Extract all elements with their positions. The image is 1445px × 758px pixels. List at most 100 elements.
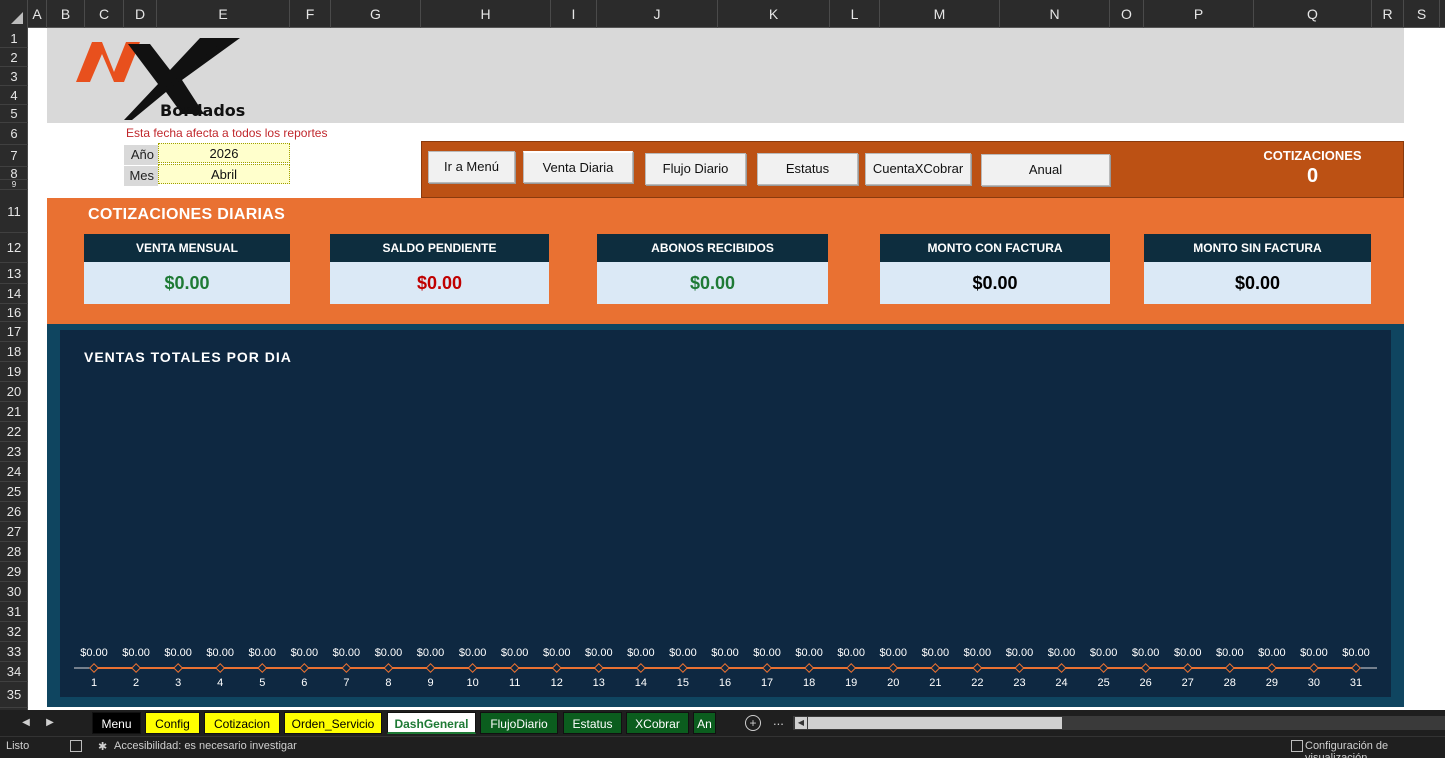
data-point[interactable] [1308,663,1319,673]
data-point[interactable] [1266,663,1277,673]
data-point[interactable] [89,663,99,673]
data-point[interactable] [383,663,394,673]
column-header-cell[interactable]: E [157,0,290,28]
column-header-cell[interactable]: G [331,0,421,28]
data-point[interactable] [972,663,983,673]
macro-record-icon[interactable] [70,740,82,752]
column-header-cell[interactable]: R [1372,0,1404,28]
data-point[interactable] [1224,663,1235,673]
row-header-cell[interactable]: 31 [0,602,28,622]
column-header-cell[interactable]: J [597,0,718,28]
sheet-tab[interactable]: Config [145,712,200,734]
row-header-cell[interactable]: 34 [0,662,28,682]
data-point[interactable] [173,663,184,673]
column-header-cell[interactable]: H [421,0,551,28]
data-point[interactable] [1098,663,1109,673]
sheet-tab[interactable]: Menu [92,712,141,734]
data-point[interactable] [677,663,688,673]
row-header-cell[interactable]: 20 [0,382,28,402]
data-point[interactable] [1182,663,1193,673]
row-header-cell[interactable]: 35 [0,682,28,708]
column-header-cell[interactable]: D [124,0,157,28]
tab-scroll-left-icon[interactable]: ◀ [16,714,36,732]
column-header-cell[interactable]: I [551,0,597,28]
row-header-cell[interactable]: 18 [0,342,28,362]
ir-a-menu-button[interactable]: Ir a Menú [428,151,515,183]
column-header-cell[interactable]: P [1144,0,1254,28]
row-header-cell[interactable]: 2 [0,48,28,67]
data-point[interactable] [804,663,815,673]
venta-diaria-button[interactable]: Venta Diaria [523,151,633,183]
scrollbar-thumb[interactable] [808,717,1062,729]
column-header-cell[interactable]: N [1000,0,1110,28]
data-point[interactable] [1140,663,1151,673]
row-header-cell[interactable]: 1 [0,30,28,48]
row-header-cell[interactable]: 9 [0,180,28,190]
data-point[interactable] [551,663,562,673]
column-header-cell[interactable]: C [85,0,124,28]
column-header-cell[interactable]: M [880,0,1000,28]
scroll-left-arrow-icon[interactable]: ◀ [795,717,807,729]
row-header-cell[interactable]: 26 [0,502,28,522]
row-header-cell[interactable]: 33 [0,642,28,662]
accessibility-status[interactable]: Accesibilidad: es necesario investigar [114,740,297,752]
estatus-button[interactable]: Estatus [757,153,858,185]
data-point[interactable] [846,663,857,673]
data-point[interactable] [762,663,773,673]
row-header-cell[interactable]: 7 [0,145,28,167]
row-header-cell[interactable]: 12 [0,233,28,263]
row-header-cell[interactable]: 13 [0,263,28,284]
data-point[interactable] [509,663,520,673]
row-header-cell[interactable]: 19 [0,362,28,382]
sheet-tab[interactable]: FlujoDiario [480,712,558,734]
column-header-cell[interactable]: L [830,0,880,28]
data-point[interactable] [930,663,941,673]
sheet-tab[interactable]: Cotizacion [204,712,280,734]
row-header-cell[interactable]: 29 [0,562,28,582]
daily-sales-chart[interactable]: $0.00 1 $0.00 2 $0.00 3 $0.00 4 $0.00 5 $0.00 6 $0.0… [60,330,1391,697]
column-header-cell[interactable]: A [28,0,47,28]
row-header-cell[interactable]: 17 [0,322,28,342]
row-header-cell[interactable]: 28 [0,542,28,562]
row-header-cell[interactable]: 32 [0,622,28,642]
data-point[interactable] [299,663,310,673]
anual-button[interactable]: Anual [981,154,1110,186]
sheet-tab[interactable]: Estatus [563,712,622,734]
flujo-diario-button[interactable]: Flujo Diario [645,153,746,185]
row-header-cell[interactable]: 14 [0,284,28,304]
year-cell[interactable]: 2026 [158,143,290,163]
row-header-cell[interactable]: 25 [0,482,28,502]
data-point[interactable] [341,663,352,673]
sheet-tab[interactable]: DashGeneral [387,712,476,734]
display-settings-icon[interactable] [1291,740,1303,752]
data-point[interactable] [257,663,268,673]
month-cell[interactable]: Abril [158,164,290,184]
row-header-cell[interactable]: 8 [0,167,28,180]
row-header-cell[interactable]: 16 [0,304,28,322]
data-point[interactable] [888,663,899,673]
column-header-cell[interactable]: S [1404,0,1440,28]
cuenta-x-cobrar-button[interactable]: CuentaXCobrar [865,153,971,185]
row-header-cell[interactable]: 22 [0,422,28,442]
column-header-cell[interactable]: Q [1254,0,1372,28]
tab-scroll-right-icon[interactable]: ▶ [40,714,60,732]
display-settings[interactable]: Configuración de visualización [1305,740,1445,758]
column-header-cell[interactable]: O [1110,0,1144,28]
row-header-cell[interactable]: 5 [0,105,28,123]
row-header-cell[interactable]: 21 [0,402,28,422]
data-point[interactable] [1014,663,1025,673]
row-header-cell[interactable]: 3 [0,67,28,86]
data-point[interactable] [467,663,478,673]
data-point[interactable] [720,663,730,673]
data-point[interactable] [635,663,646,673]
sheet-tab[interactable]: An [693,712,716,734]
data-point[interactable] [131,663,142,673]
accessibility-icon[interactable]: ✱ [98,740,107,753]
row-header-cell[interactable]: 23 [0,442,28,462]
column-header-cell[interactable]: K [718,0,830,28]
data-point[interactable] [1056,663,1067,673]
row-header-cell[interactable]: 6 [0,123,28,145]
column-header-cell[interactable]: B [47,0,85,28]
select-all-corner[interactable] [0,0,28,28]
data-point[interactable] [593,663,604,673]
